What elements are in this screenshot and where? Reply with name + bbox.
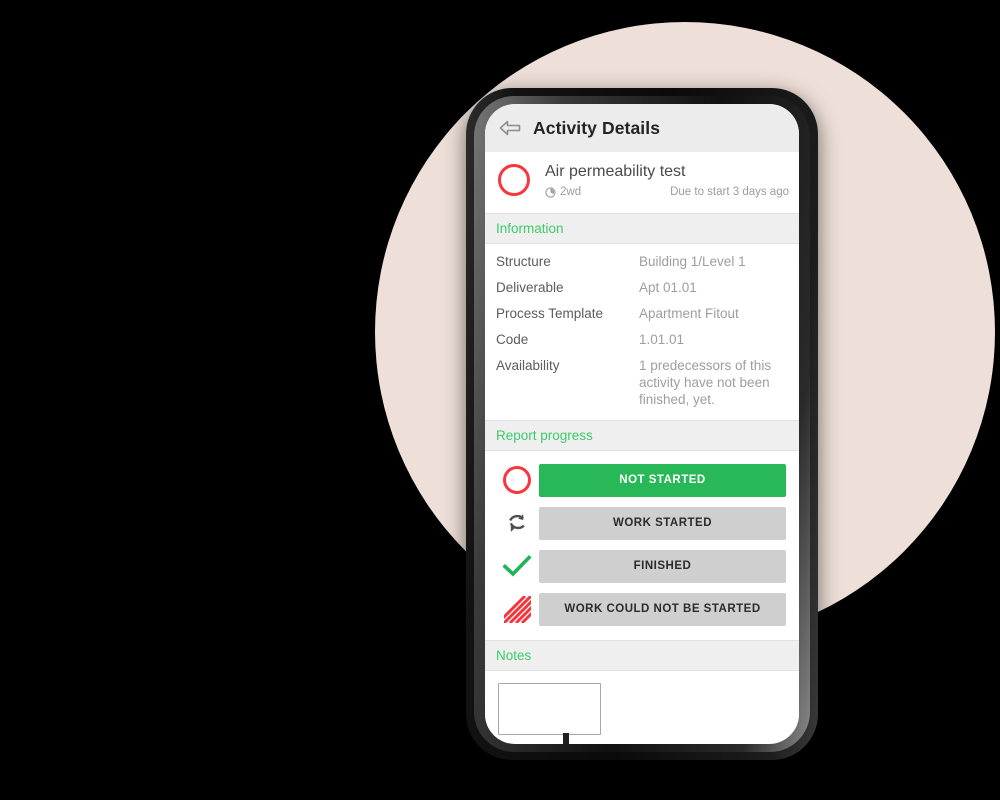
checkmark-icon: [495, 549, 539, 583]
activity-duration: 2wd: [545, 186, 581, 198]
report-progress-options: NOT STARTED WORK STARTED FINISHED WORK C…: [485, 451, 799, 640]
notes-input[interactable]: [498, 683, 601, 735]
info-label: Process Template: [496, 306, 604, 321]
back-arrow-icon: [499, 120, 521, 136]
clock-icon: [545, 186, 556, 198]
info-row: Code 1.01.01: [496, 331, 788, 348]
activity-text-block: Air permeability test 2wd Due to start 3…: [545, 162, 789, 198]
notes-body: [485, 671, 799, 744]
info-value: 1.01.01: [639, 332, 685, 347]
info-label: Deliverable: [496, 280, 564, 295]
information-table: Structure Building 1/Level 1 Deliverable…: [485, 244, 799, 420]
progress-option-work-started: WORK STARTED: [495, 506, 786, 540]
progress-option-not-started: NOT STARTED: [495, 463, 786, 497]
info-row: Structure Building 1/Level 1: [496, 253, 788, 270]
info-row: Deliverable Apt 01.01: [496, 279, 788, 296]
page-title: Activity Details: [533, 117, 661, 138]
section-header-report-progress: Report progress: [485, 420, 799, 451]
activity-due-text: Due to start 3 days ago: [670, 186, 789, 198]
circle-outline-icon: [498, 164, 536, 202]
phone-screen: Activity Details Air permeability test 2…: [485, 104, 799, 744]
finished-button[interactable]: FINISHED: [539, 549, 786, 583]
activity-summary-row: Air permeability test 2wd Due to start 3…: [485, 152, 799, 213]
info-label: Code: [496, 332, 529, 347]
progress-option-finished: FINISHED: [495, 549, 786, 583]
circle-outline-icon: [495, 463, 539, 497]
info-value: Building 1/Level 1: [639, 254, 746, 269]
info-row: Process Template Apartment Fitout: [496, 305, 788, 322]
info-label: Availability: [496, 358, 560, 373]
work-could-not-be-started-button[interactable]: WORK COULD NOT BE STARTED: [539, 592, 786, 626]
progress-option-work-could-not-be-started: WORK COULD NOT BE STARTED: [495, 592, 786, 626]
duration-value: 2wd: [560, 186, 582, 198]
hatched-square-icon: [495, 592, 539, 626]
not-started-button[interactable]: NOT STARTED: [539, 463, 786, 497]
info-label: Structure: [496, 254, 551, 269]
info-row: Availability 1 predecessors of this acti…: [496, 357, 788, 408]
refresh-arrows-icon: [495, 506, 539, 540]
text-cursor: [563, 733, 569, 744]
info-value: 1 predecessors of this activity have not…: [639, 358, 772, 407]
back-button[interactable]: [493, 111, 527, 145]
work-started-button[interactable]: WORK STARTED: [539, 506, 786, 540]
info-value: Apartment Fitout: [639, 306, 739, 321]
app-bar: Activity Details: [485, 104, 799, 152]
section-header-information: Information: [485, 213, 799, 244]
section-header-notes: Notes: [485, 640, 799, 671]
activity-name: Air permeability test: [545, 163, 686, 180]
phone-device-frame: Activity Details Air permeability test 2…: [466, 88, 818, 760]
activity-meta: 2wd Due to start 3 days ago: [545, 186, 789, 198]
info-value: Apt 01.01: [639, 280, 697, 295]
